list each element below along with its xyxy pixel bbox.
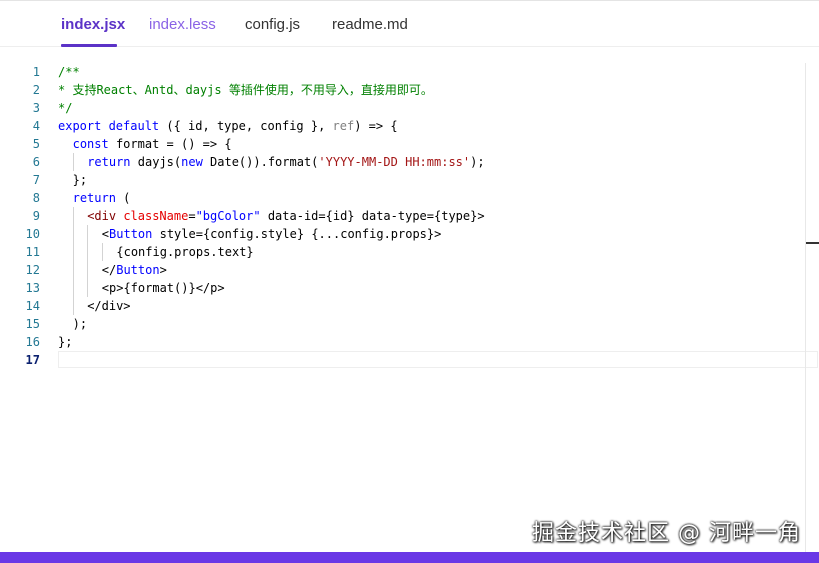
code-line: </Button> <box>58 261 805 279</box>
code-line-current[interactable] <box>58 351 805 369</box>
code-token: format = () => { <box>108 137 232 151</box>
code-token: Date()).format( <box>202 155 319 169</box>
bottom-accent-bar <box>0 552 819 563</box>
code-token: ( <box>115 191 131 205</box>
line-number: 9 <box>32 209 40 223</box>
line-number: 16 <box>25 335 40 349</box>
line-number: 15 <box>25 317 40 331</box>
code-line: ); <box>58 315 805 333</box>
tab-index-jsx[interactable]: index.jsx <box>61 15 125 35</box>
code-token: dayjs( <box>130 155 182 169</box>
code-line: return ( <box>58 189 805 207</box>
scrollbar-cursor-marker <box>806 242 819 244</box>
code-line: export default ({ id, type, config }, re… <box>58 117 805 135</box>
line-number: 2 <box>32 83 40 97</box>
line-number: 5 <box>32 137 40 151</box>
code-token: ) => { <box>354 119 398 133</box>
code-token: </div> <box>87 299 131 313</box>
component-token: Button <box>109 227 153 241</box>
code-line: * 支持React、Antd、dayjs 等插件使用，不用导入，直接用即可。 <box>58 83 433 97</box>
keyword-token: return <box>87 155 131 169</box>
code-token: < <box>101 227 110 241</box>
keyword-token: return <box>72 191 116 205</box>
tab-config-js[interactable]: config.js <box>245 15 300 35</box>
keyword-token: new <box>181 155 203 169</box>
string-token: 'YYYY-MM-DD HH:mm:ss' <box>318 155 471 169</box>
code-line: {config.props.text} <box>58 243 805 261</box>
code-line: <Button style={config.style} {...config.… <box>58 225 805 243</box>
line-number: 4 <box>32 119 40 133</box>
line-number-gutter: 1 2 3 4 5 6 7 8 9 10 11 12 13 14 15 16 1… <box>0 63 40 369</box>
line-number: 14 <box>25 299 40 313</box>
line-number: 7 <box>32 173 40 187</box>
code-line: /** <box>58 65 80 79</box>
code-token: ({ id, type, config }, <box>159 119 333 133</box>
keyword-token: export default <box>58 119 160 133</box>
line-number: 1 <box>32 65 40 79</box>
line-number: 12 <box>25 263 40 277</box>
line-number: 6 <box>32 155 40 169</box>
code-token: <p>{format()}</p> <box>101 281 225 295</box>
watermark: 掘金技术社区 @ 河畔一角 <box>532 521 801 546</box>
tab-readme-md[interactable]: readme.md <box>332 15 408 35</box>
code-line: }; <box>58 335 73 349</box>
code-token: </ <box>101 263 117 277</box>
line-number-current: 17 <box>25 353 40 367</box>
code-editor[interactable]: 1 2 3 4 5 6 7 8 9 10 11 12 13 14 15 16 1… <box>0 47 819 552</box>
code-token: className <box>123 209 189 223</box>
code-token: ); <box>72 317 88 331</box>
keyword-token: const <box>72 137 109 151</box>
code-token: <div <box>87 209 124 223</box>
code-token: ref <box>332 119 355 133</box>
code-line: const format = () => { <box>58 135 805 153</box>
string-token: "bgColor" <box>195 209 261 223</box>
code-line: }; <box>58 171 805 189</box>
code-token: }; <box>72 173 88 187</box>
code-content[interactable]: /** * 支持React、Antd、dayjs 等插件使用，不用导入，直接用即… <box>58 63 805 369</box>
line-number: 3 <box>32 101 40 115</box>
editor-tab-bar: index.jsx index.less config.js readme.md <box>0 0 819 47</box>
code-token: {config.props.text} <box>116 245 254 259</box>
line-number: 11 <box>25 245 40 259</box>
code-line: <p>{format()}</p> <box>58 279 805 297</box>
code-token: data-id={id} data-type={type}> <box>260 209 485 223</box>
code-token: = <box>188 209 196 223</box>
tab-index-less[interactable]: index.less <box>149 15 216 35</box>
code-token: > <box>159 263 167 277</box>
line-number: 10 <box>25 227 40 241</box>
component-token: Button <box>116 263 160 277</box>
code-token: ); <box>470 155 485 169</box>
line-number: 13 <box>25 281 40 295</box>
code-line: return dayjs(new Date()).format('YYYY-MM… <box>58 153 805 171</box>
code-line: </div> <box>58 297 805 315</box>
line-number: 8 <box>32 191 40 205</box>
code-line: */ <box>58 101 73 115</box>
vertical-scrollbar[interactable] <box>805 63 819 552</box>
code-token: style={config.style} {...config.props}> <box>152 227 442 241</box>
code-line: <div className="bgColor" data-id={id} da… <box>58 207 805 225</box>
